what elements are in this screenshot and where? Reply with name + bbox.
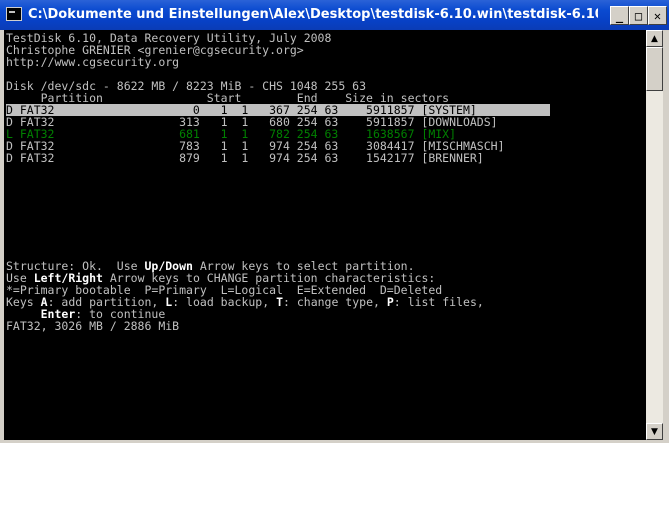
window-frame-bottom (0, 440, 669, 443)
help-text: : change type, (283, 295, 387, 309)
close-button[interactable]: ✕ (648, 6, 667, 25)
console-output[interactable]: TestDisk 6.10, Data Recovery Utility, Ju… (4, 30, 646, 440)
website-line: http://www.cgsecurity.org (6, 55, 180, 69)
console-window: C:\Dokumente und Einstellungen\Alex\Desk… (0, 0, 669, 443)
key-t: T (276, 295, 283, 309)
scroll-thumb[interactable] (646, 47, 663, 91)
help-text: : load backup, (172, 295, 277, 309)
partition-row[interactable]: D FAT32 879 1 1 974 254 63 1542177 [BREN… (6, 152, 484, 164)
maximize-button[interactable]: □ (629, 6, 648, 25)
key-p: P (386, 295, 394, 309)
window-title: C:\Dokumente und Einstellungen\Alex\Desk… (28, 7, 598, 22)
title-bar[interactable]: C:\Dokumente und Einstellungen\Alex\Desk… (0, 0, 669, 30)
minimize-button[interactable]: _ (610, 6, 629, 25)
scroll-up-icon[interactable]: ▲ (646, 30, 663, 47)
scroll-down-icon[interactable]: ▼ (646, 423, 663, 440)
partition-status-line: FAT32, 3026 MB / 2886 MiB (6, 319, 180, 333)
help-text: : list files, (393, 295, 484, 309)
vertical-scrollbar[interactable]: ▲ ▼ (646, 30, 663, 440)
console-icon[interactable] (6, 7, 22, 21)
